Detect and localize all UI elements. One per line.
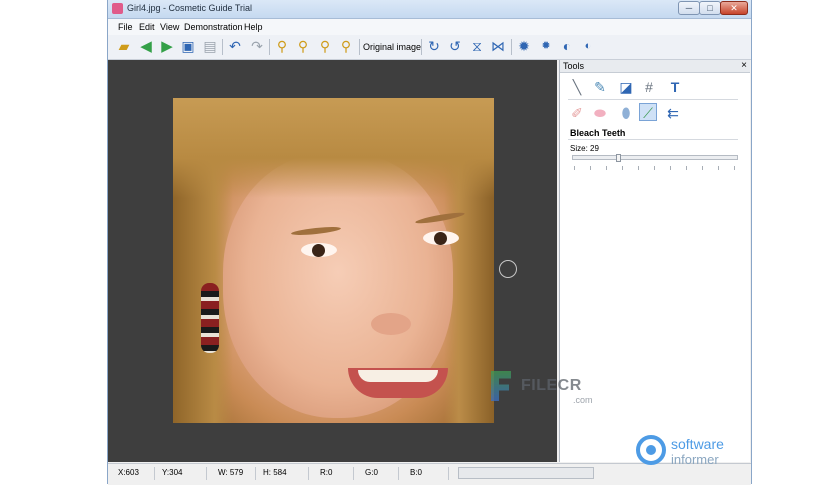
forward-arrow-icon[interactable]: ▶: [158, 38, 176, 56]
tools-close-button[interactable]: ×: [741, 60, 747, 71]
size-label: Size: 29: [570, 144, 599, 153]
status-width: W: 579: [218, 468, 244, 477]
menu-bar: File Edit View Demonstration Help: [108, 19, 751, 35]
brightness-icon[interactable]: ✹: [515, 38, 533, 56]
menu-demonstration[interactable]: Demonstration: [184, 22, 243, 32]
crop-icon[interactable]: ◪: [617, 78, 635, 96]
title-bar: Girl4.jpg - Cosmetic Guide Trial ─ □ ✕: [108, 0, 751, 19]
contrast-icon[interactable]: ◐: [558, 38, 576, 56]
contrast-small-icon[interactable]: ◐: [579, 38, 597, 56]
app-icon: [112, 3, 123, 14]
zoom-actual-icon[interactable]: ⚲: [337, 38, 355, 56]
pencil-icon[interactable]: ╲: [568, 78, 586, 96]
back-arrow-icon[interactable]: ◀: [137, 38, 155, 56]
undo-icon[interactable]: ↶: [226, 38, 244, 56]
menu-edit[interactable]: Edit: [139, 22, 155, 32]
status-g: G:0: [365, 468, 378, 477]
open-folder-icon[interactable]: ▰: [115, 38, 133, 56]
zoom-in-icon[interactable]: ⚲: [273, 38, 291, 56]
software-informer-logo-icon: [636, 435, 666, 465]
close-button[interactable]: ✕: [720, 1, 748, 15]
filecr-logo-icon: [491, 371, 511, 401]
menu-file[interactable]: File: [118, 22, 133, 32]
photo-image[interactable]: [173, 98, 494, 423]
earring: [201, 283, 219, 353]
status-height: H: 584: [263, 468, 287, 477]
selected-tool-label: Bleach Teeth: [570, 128, 626, 138]
text-icon[interactable]: T: [666, 78, 684, 96]
blush-icon[interactable]: ⬬: [591, 104, 609, 122]
status-b: B:0: [410, 468, 423, 477]
grid-icon[interactable]: #: [640, 78, 658, 96]
zoom-out-icon[interactable]: ⚲: [294, 38, 312, 56]
original-image-button[interactable]: Original image: [363, 40, 421, 54]
toolbar: ▰ ◀ ▶ ▣ ▤ ↶ ↷ ⚲ ⚲ ⚲ ⚲ Original image ↻ ↺…: [108, 35, 751, 60]
status-x: X:603: [118, 468, 139, 477]
tools-title: Tools: [563, 61, 585, 71]
menu-help[interactable]: Help: [244, 22, 263, 32]
size-slider[interactable]: [572, 155, 738, 160]
status-y: Y:304: [162, 468, 183, 477]
software-informer-text: software: [671, 436, 724, 452]
pen-icon[interactable]: ✎: [591, 78, 609, 96]
redo-icon[interactable]: ↷: [248, 38, 266, 56]
print-icon[interactable]: ▤: [201, 38, 219, 56]
save-icon[interactable]: ▣: [179, 38, 197, 56]
arrow-back-icon[interactable]: ⇇: [664, 104, 682, 122]
slider-ticks: [574, 166, 738, 170]
flip-horizontal-icon[interactable]: ⋈: [489, 38, 507, 56]
filecr-watermark: FILECR .com: [491, 369, 601, 407]
menu-view[interactable]: View: [160, 22, 179, 32]
zoom-fit-icon[interactable]: ⚲: [316, 38, 334, 56]
brightness-small-icon[interactable]: ✹: [537, 38, 555, 56]
minimize-button[interactable]: ─: [678, 1, 700, 15]
size-slider-thumb[interactable]: [616, 154, 621, 162]
window-title: Girl4.jpg - Cosmetic Guide Trial: [127, 3, 253, 13]
rotate-right-icon[interactable]: ↻: [425, 38, 443, 56]
software-informer-subtext: informer: [671, 452, 719, 467]
rotate-left-icon[interactable]: ↺: [446, 38, 464, 56]
status-r: R:0: [320, 468, 333, 477]
maximize-button[interactable]: □: [699, 1, 721, 15]
eraser-icon[interactable]: ✐: [568, 104, 586, 122]
tools-header: Tools ×: [560, 60, 750, 73]
image-canvas[interactable]: [108, 60, 557, 462]
app-window: Girl4.jpg - Cosmetic Guide Trial ─ □ ✕ F…: [107, 0, 752, 485]
flip-vertical-icon[interactable]: ⧖: [468, 38, 486, 56]
brush-cursor: [499, 260, 517, 278]
horizontal-scrollbar[interactable]: [458, 467, 594, 479]
bottle-icon[interactable]: ⬮: [617, 104, 635, 122]
bleach-teeth-brush-icon[interactable]: ⟋: [639, 103, 657, 121]
status-bar: X:603 Y:304 W: 579 H: 584 R:0 G:0 B:0: [108, 463, 751, 485]
